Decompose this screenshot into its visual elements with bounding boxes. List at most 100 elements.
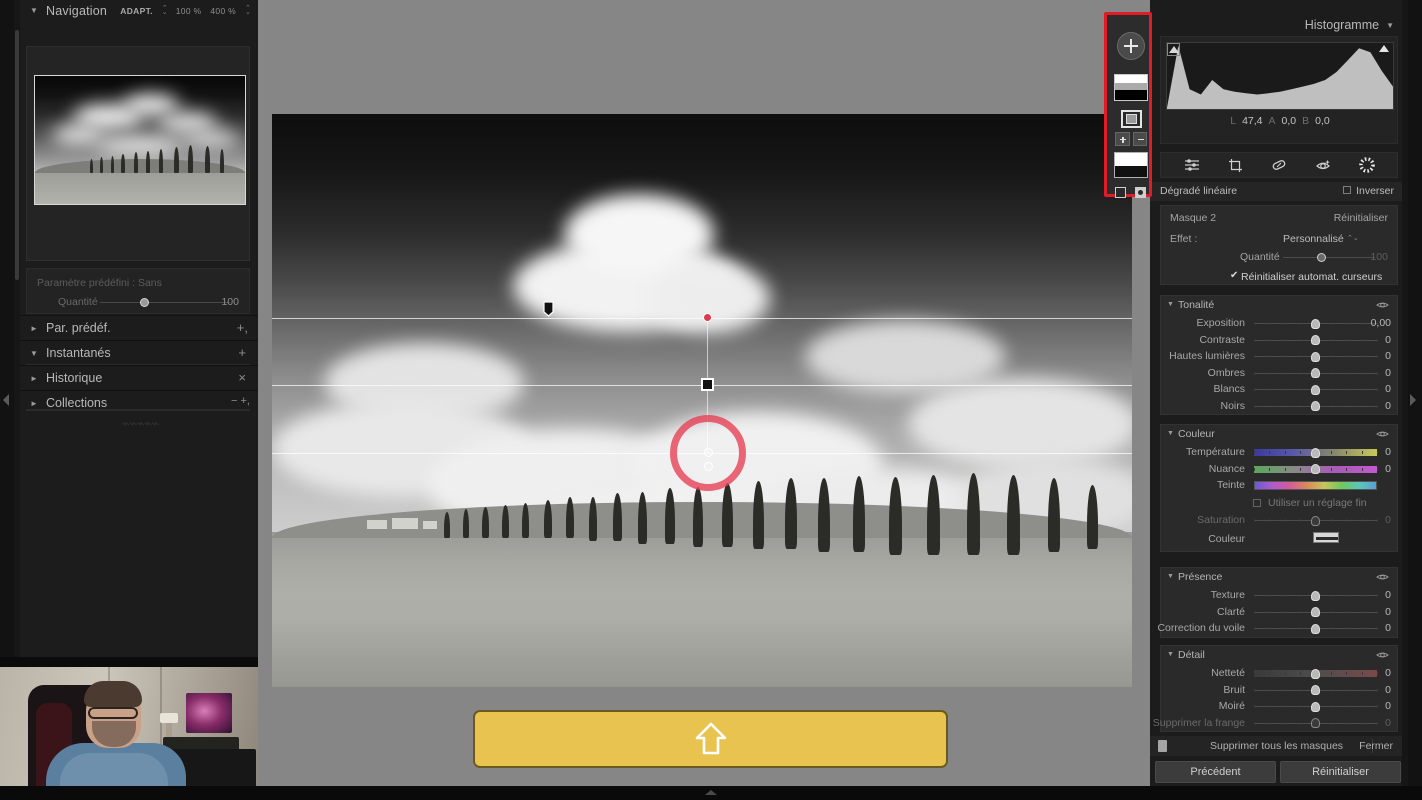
histogram-plot[interactable] (1166, 42, 1394, 110)
effect-dropdown-chevron-icon[interactable]: ⌃⌄ (1347, 234, 1359, 242)
presets-disclosure-triangle-icon[interactable]: ► (30, 324, 38, 333)
add-mask-plus-icon[interactable] (1117, 32, 1145, 60)
slider-knob[interactable] (1311, 718, 1320, 728)
navigation-panel-header[interactable]: ▼ Navigation ADAPT. ⌃ ⌄ 100 % 400 % ⌃ ⌄ (20, 0, 258, 22)
zoom-level-stepper-icon[interactable]: ⌃ ⌄ (245, 5, 251, 16)
slider-knob[interactable] (1311, 623, 1320, 634)
add-subtract-icons[interactable] (1115, 132, 1147, 146)
preset-strip[interactable]: Paramètre prédéfini : Sans Quantité 100 (26, 268, 250, 314)
zoom-fit-label[interactable]: ADAPT. (120, 6, 153, 16)
section-header[interactable]: ▼ Détail (1161, 646, 1397, 665)
section-header[interactable]: ▼ Couleur (1161, 425, 1397, 444)
sidebar-item-history[interactable]: ► Historique × (20, 365, 258, 390)
linear-gradient-icon[interactable] (1114, 74, 1148, 101)
auto-reset-checkbox[interactable]: ✔ (1230, 270, 1238, 281)
zoom-fit-stepper-icon[interactable]: ⌃ ⌄ (162, 5, 168, 16)
brush-inner-dot-upper[interactable] (704, 448, 713, 457)
reset-button[interactable]: Réinitialiser (1280, 761, 1401, 783)
invert-checkbox[interactable] (1343, 186, 1352, 194)
crop-icon[interactable] (1228, 158, 1243, 173)
slider-knob[interactable] (1311, 464, 1320, 474)
presets-add-icon[interactable]: +, (237, 320, 248, 335)
highlight-clipping-indicator[interactable] (1379, 45, 1389, 52)
zoom-400-label[interactable]: 400 % (210, 6, 236, 16)
zoom-100-label[interactable]: 100 % (176, 6, 202, 16)
mask-overlay-icon[interactable] (1121, 110, 1142, 128)
collections-add-remove-icons[interactable]: − +, (231, 395, 250, 407)
section-visibility-eye-icon[interactable] (1376, 429, 1389, 439)
section-header[interactable]: ▼ Présence (1161, 568, 1397, 587)
histogram-panel-header[interactable]: Histogramme ▼ (1305, 18, 1394, 32)
call-to-action-button[interactable] (473, 710, 948, 768)
mask-reset-button[interactable]: Réinitialiser (1334, 212, 1388, 224)
effect-value-dropdown[interactable]: Personnalisé (1283, 233, 1344, 245)
invert-toggle[interactable]: Inverser (1343, 185, 1394, 197)
healing-brush-icon[interactable] (1271, 158, 1287, 172)
section-disclosure-triangle-icon[interactable]: ▼ (1167, 651, 1174, 658)
slider-knob[interactable] (1311, 607, 1320, 617)
mask-histogram-icon[interactable] (1114, 152, 1148, 178)
section-disclosure-triangle-icon[interactable]: ▼ (1167, 301, 1174, 308)
section-disclosure-triangle-icon[interactable]: ▼ (1167, 573, 1174, 580)
brush-inner-dot-lower[interactable] (704, 462, 713, 471)
bottom-toggle-arrow-icon[interactable] (705, 790, 717, 795)
sliders-icon[interactable] (1184, 158, 1200, 172)
navigator-preview-box[interactable] (26, 46, 250, 261)
histogram-disclosure-triangle-icon[interactable]: ▼ (1386, 21, 1394, 30)
sidebar-item-presets[interactable]: ► Par. prédéf. +, (20, 315, 258, 340)
subtract-from-mask-icon[interactable] (1132, 132, 1147, 146)
preset-quantity-slider-knob[interactable] (140, 298, 149, 307)
slider-knob[interactable] (1311, 685, 1320, 695)
section-header[interactable]: ▼ Tonalité (1161, 296, 1397, 315)
slider-knob[interactable] (1311, 335, 1320, 345)
main-photo-canvas[interactable] (272, 114, 1132, 687)
right-panel-edge[interactable] (1408, 0, 1422, 786)
add-to-mask-icon[interactable] (1115, 132, 1130, 146)
sidebar-item-collections[interactable]: ► Collections − +, (20, 390, 258, 415)
slider-knob[interactable] (1311, 318, 1320, 329)
slider-knob[interactable] (1311, 668, 1320, 679)
gradient-line-top[interactable] (272, 318, 1132, 319)
slider-knob[interactable] (1311, 515, 1320, 526)
fine-adjust-checkbox[interactable] (1253, 499, 1261, 507)
section-visibility-eye-icon[interactable] (1376, 300, 1389, 310)
left-panel-scroll-thumb[interactable] (15, 30, 19, 280)
shadow-clipping-indicator[interactable] (1167, 43, 1180, 56)
gradient-center-pin[interactable] (701, 378, 714, 391)
collections-disclosure-triangle-icon[interactable]: ► (30, 399, 38, 408)
gradient-handle-top[interactable] (703, 313, 712, 322)
app-bottom-bar[interactable] (0, 786, 1422, 800)
slider-knob[interactable] (1311, 701, 1320, 712)
delete-all-masks-button[interactable]: Supprimer tous les masques (1210, 740, 1343, 752)
color-swatch[interactable] (1313, 531, 1339, 543)
history-disclosure-triangle-icon[interactable]: ► (30, 374, 38, 383)
slider-knob[interactable] (1311, 447, 1320, 458)
mask-quantity-track[interactable] (1283, 257, 1375, 258)
navigator-thumbnail[interactable] (34, 75, 246, 205)
slider-knob[interactable] (1311, 401, 1320, 411)
left-panel-collapse-arrow-icon[interactable] (3, 394, 9, 406)
slider-knob[interactable] (1311, 384, 1320, 395)
hue-gradient-bar[interactable] (1254, 481, 1377, 490)
navigation-disclosure-triangle-icon[interactable]: ▼ (30, 7, 39, 15)
mask-chip-icon[interactable] (1158, 740, 1167, 752)
mask-display-toggle-a[interactable] (1115, 187, 1126, 198)
sidebar-item-snapshots[interactable]: ▼ Instantanés + (20, 340, 258, 365)
section-disclosure-triangle-icon[interactable]: ▼ (1167, 430, 1174, 437)
red-eye-icon[interactable] (1315, 158, 1331, 172)
preset-quantity-slider-track[interactable] (100, 302, 230, 303)
snapshots-add-icon[interactable]: + (238, 345, 246, 360)
slider-knob[interactable] (1311, 590, 1320, 601)
right-panel-collapse-arrow-icon[interactable] (1410, 394, 1416, 406)
masking-icon[interactable] (1358, 157, 1375, 173)
mask-display-toggle-b[interactable] (1135, 187, 1146, 198)
snapshots-disclosure-triangle-icon[interactable]: ▼ (30, 349, 38, 358)
slider-knob[interactable] (1311, 368, 1320, 378)
slider-knob[interactable] (1311, 351, 1320, 362)
section-visibility-eye-icon[interactable] (1376, 572, 1389, 582)
previous-button[interactable]: Précédent (1155, 761, 1276, 783)
section-visibility-eye-icon[interactable] (1376, 650, 1389, 660)
history-clear-icon[interactable]: × (238, 370, 246, 385)
close-mask-panel-button[interactable]: Fermer (1359, 740, 1393, 752)
mask-quantity-knob[interactable] (1317, 253, 1326, 262)
